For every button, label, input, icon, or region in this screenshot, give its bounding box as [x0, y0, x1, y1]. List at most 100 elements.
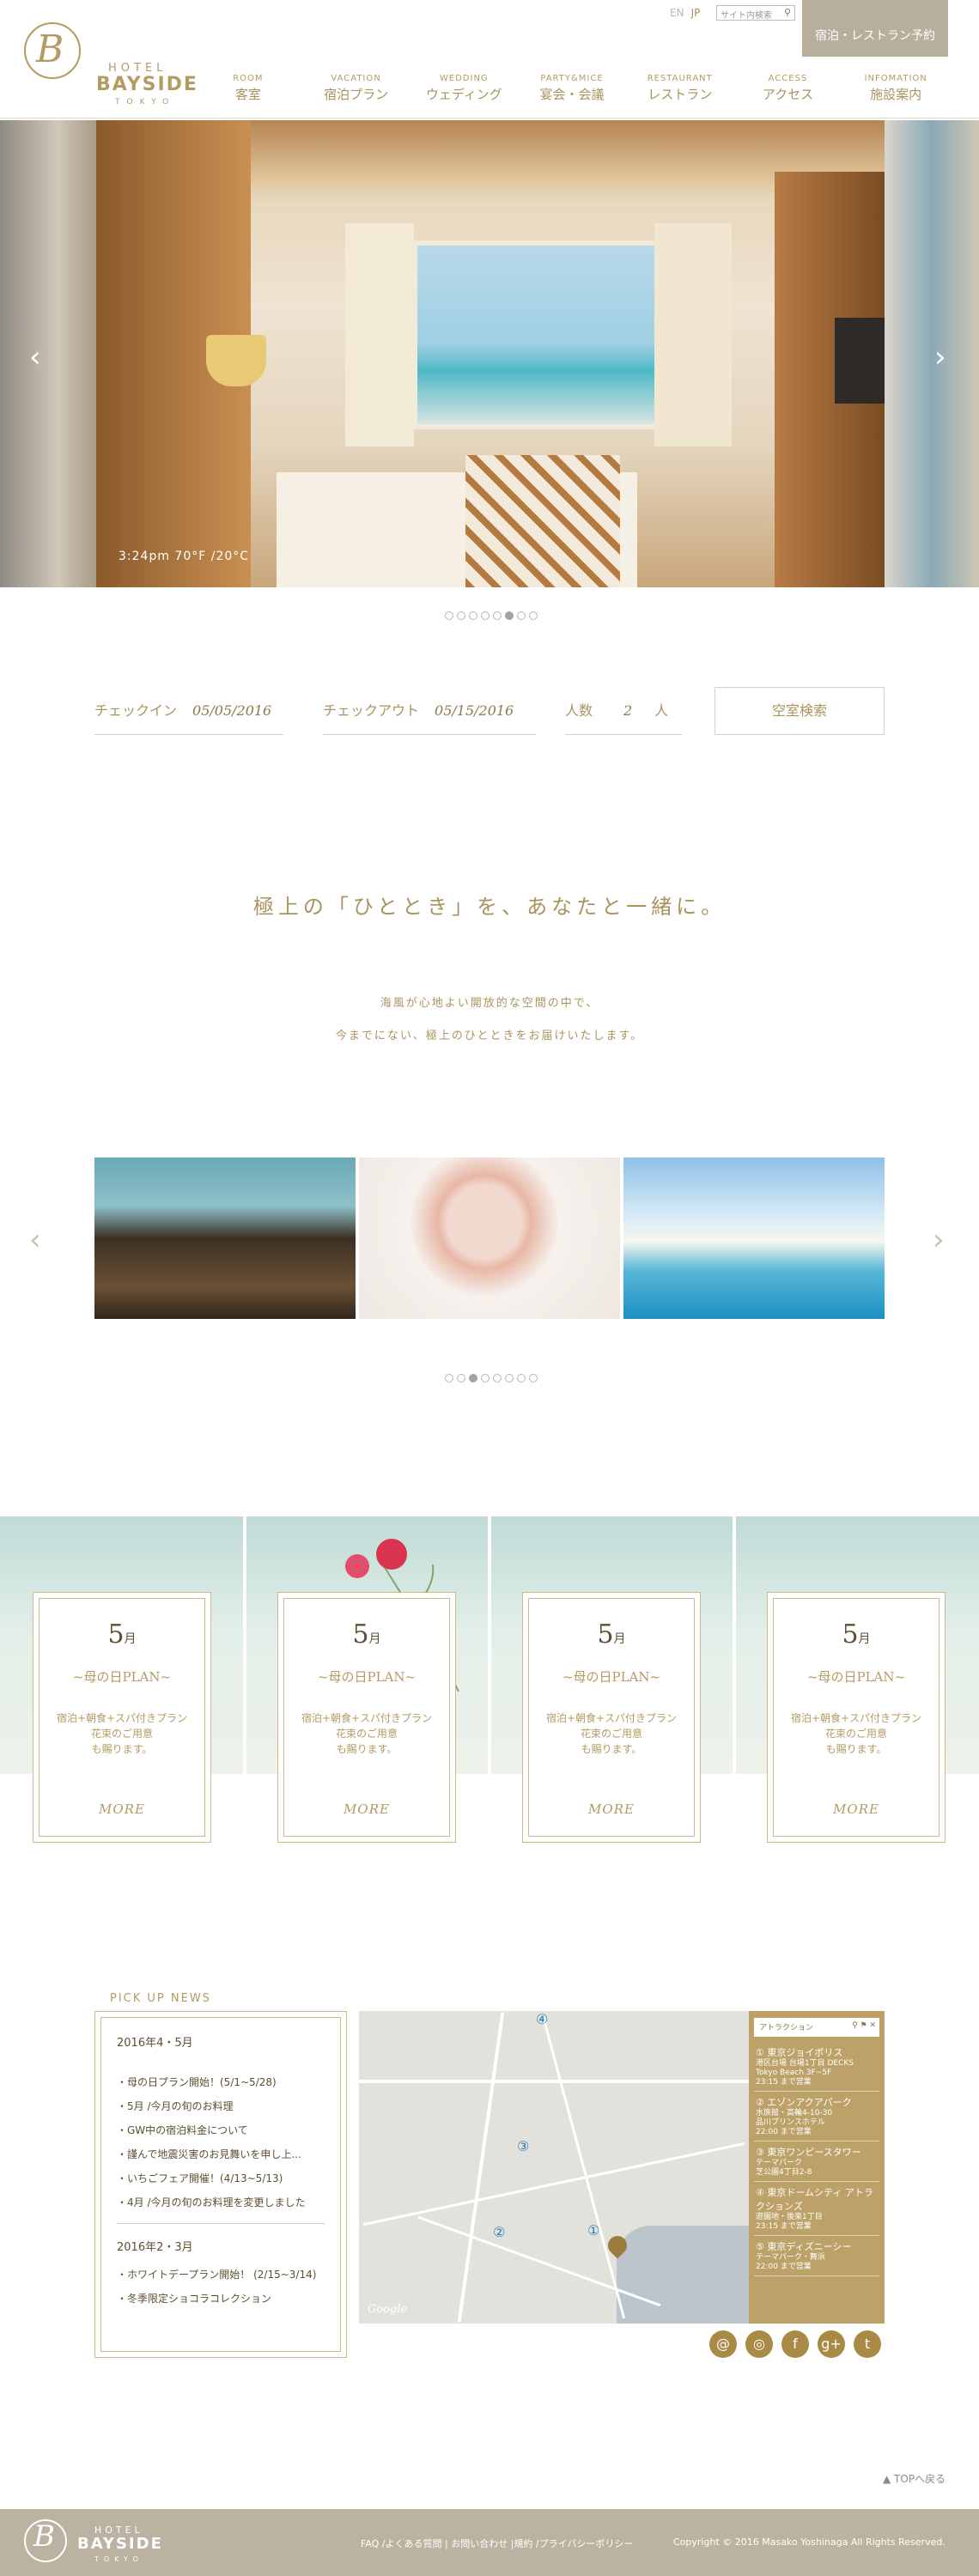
map-spot-item[interactable]: ① 東京ジョイポリス 港区台場 台場1丁目 DECKS Tokyo Beach 3F…: [754, 2042, 879, 2092]
news-item[interactable]: ・5月 /今月の旬のお料理: [117, 2094, 325, 2118]
site-search-input[interactable]: サイト内検索 ⚲: [716, 5, 795, 21]
spot-detail: 水族館・高輪4-10-30: [756, 2109, 833, 2117]
nav-item-room[interactable]: ROOM 客室: [194, 74, 302, 108]
pagination-dot[interactable]: [445, 611, 453, 620]
nav-jp-label: 宴会・会議: [539, 87, 605, 102]
checkin-field[interactable]: チェックイン 05/05/2016: [94, 687, 283, 735]
nav-item-access[interactable]: ACCESS アクセス: [734, 74, 842, 108]
map-marker[interactable]: ④: [536, 2011, 548, 2027]
pagination-dot[interactable]: [457, 611, 465, 620]
plan-month-unit: 月: [613, 1632, 626, 1646]
news-item[interactable]: ・母の日プラン開始！(5/1~5/28): [117, 2070, 325, 2094]
plan-name: ~母の日PLAN~: [806, 1669, 906, 1685]
map-category-search[interactable]: アトラクション ⚲ ⚑ ✕: [754, 2018, 879, 2037]
lang-jp-link[interactable]: JP: [691, 7, 701, 19]
plan-card[interactable]: 5月 ~母の日PLAN~ 宿泊+朝食+スパ付きプラン 花束のご用意 も賜ります。 M…: [33, 1592, 211, 1843]
pagination-dot[interactable]: [469, 1374, 477, 1382]
spot-detail: 22:00 まで営業: [756, 2128, 812, 2136]
hotel-logo[interactable]: B HOTEL BAYSIDE TOKYO: [24, 22, 197, 106]
gallery-prev-arrow-icon[interactable]: ‹: [29, 1223, 41, 1257]
pagination-dot[interactable]: [517, 611, 526, 620]
gallery-next-arrow-icon[interactable]: ›: [933, 1223, 945, 1257]
pagination-dot[interactable]: [445, 1374, 453, 1382]
nav-item-vacation[interactable]: VACATION 宿泊プラン: [302, 74, 410, 108]
spot-detail: 22:00 まで営業: [756, 2263, 812, 2271]
nav-item-information[interactable]: INFOMATION 施設案内: [842, 74, 950, 108]
pagination-dot[interactable]: [457, 1374, 465, 1382]
back-to-top-link[interactable]: ▲ TOPへ戻る: [883, 2471, 946, 2486]
logo-hotel-text: HOTEL: [108, 62, 167, 75]
pagination-dot[interactable]: [481, 611, 490, 620]
reservation-button[interactable]: 宿泊・レストラン予約: [802, 0, 948, 57]
pagination-dot[interactable]: [493, 611, 502, 620]
news-item[interactable]: ・冬季限定ショコラコレクション: [117, 2287, 325, 2311]
lang-en-link[interactable]: EN: [670, 7, 684, 19]
pagination-dot[interactable]: [505, 1374, 514, 1382]
guests-label: 人数: [565, 702, 593, 719]
twitter-icon[interactable]: t: [854, 2330, 881, 2358]
plan-card[interactable]: 5月 ~母の日PLAN~ 宿泊+朝食+スパ付きプラン 花束のご用意 も賜ります。 M…: [277, 1592, 456, 1843]
guests-field[interactable]: 人数 2 人: [565, 687, 682, 735]
copyright-text: Copyright © 2016 Masako Yoshinaga All Ri…: [673, 2537, 946, 2548]
map-marker[interactable]: ①: [587, 2222, 599, 2239]
nav-item-wedding[interactable]: WEDDING ウェディング: [410, 74, 518, 108]
map-spot-item[interactable]: ④ 東京ドームシティ アトラクションズ 遊園地・後楽1丁目 23:15 まで営業: [754, 2182, 879, 2236]
plan-desc-line: 宿泊+朝食+スパ付きプラン: [56, 1712, 188, 1724]
pagination-dot[interactable]: [505, 611, 514, 620]
area-map[interactable]: ④ ③ ② ① Google: [359, 2011, 749, 2324]
nav-item-party[interactable]: PARTY&MICE 宴会・会議: [518, 74, 626, 108]
map-marker[interactable]: ②: [493, 2224, 505, 2240]
main-nav: ROOM 客室 VACATION 宿泊プラン WEDDING ウェディング PARTY…: [194, 74, 950, 108]
pagination-dot[interactable]: [481, 1374, 490, 1382]
pagination-dot[interactable]: [493, 1374, 502, 1382]
facebook-icon[interactable]: f: [781, 2330, 809, 2358]
map-spot-item[interactable]: ③ 東京ワンピースタワー テーマパーク 芝公園4丁目2-8: [754, 2142, 879, 2182]
google-plus-icon[interactable]: g+: [818, 2330, 845, 2358]
search-availability-button[interactable]: 空室検索: [714, 687, 885, 735]
hero-prev-arrow-icon[interactable]: ‹: [29, 340, 41, 374]
plan-card[interactable]: 5月 ~母の日PLAN~ 宿泊+朝食+スパ付きプラン 花束のご用意 も賜ります。 M…: [767, 1592, 946, 1843]
footer-logo[interactable]: B HOTEL BAYSIDE TOKYO: [24, 2518, 187, 2569]
spot-name: ② エゾンアクアパーク: [756, 2097, 852, 2108]
pagination-dot[interactable]: [517, 1374, 526, 1382]
gallery-image-terrace-dining[interactable]: [94, 1157, 356, 1319]
pagination-dot[interactable]: [469, 611, 477, 620]
plan-more-link[interactable]: MORE: [40, 1801, 204, 1817]
plan-more-link[interactable]: MORE: [529, 1801, 694, 1817]
plan-desc-line: 花束のご用意: [580, 1728, 642, 1740]
spot-name: ③ 東京ワンピースタワー: [756, 2147, 861, 2158]
map-marker[interactable]: ③: [517, 2138, 529, 2154]
map-search-icons[interactable]: ⚲ ⚑ ✕: [852, 2021, 876, 2030]
plan-more-link[interactable]: MORE: [774, 1801, 939, 1817]
hero-next-arrow-icon[interactable]: ›: [934, 340, 946, 374]
search-icon[interactable]: ⚲: [784, 7, 791, 18]
map-spot-item[interactable]: ⑤ 東京ディズニーシー テーマパーク・舞浜 22:00 まで営業: [754, 2236, 879, 2276]
spot-detail: 遊園地・後楽1丁目: [756, 2213, 823, 2221]
hero-slider: 3:24pm 70°F /20°C ‹ ›: [0, 120, 979, 587]
footer-links[interactable]: FAQ /よくある質問 | お問い合わせ |規約 /プライバシーポリシー: [361, 2537, 633, 2550]
news-inner: 2016年4・5月 ・母の日プラン開始！(5/1~5/28) ・5月 /今月の旬…: [100, 2017, 341, 2352]
nav-item-restaurant[interactable]: RESTAURANT レストラン: [626, 74, 734, 108]
pagination-dot[interactable]: [529, 1374, 538, 1382]
plan-card[interactable]: 5月 ~母の日PLAN~ 宿泊+朝食+スパ付きプラン 花束のご用意 も賜ります。 M…: [522, 1592, 701, 1843]
news-item[interactable]: ・GW中の宿泊料金について: [117, 2118, 325, 2142]
gallery-image-bridal-bouquet[interactable]: [359, 1157, 620, 1319]
plans-divider: [733, 1516, 736, 1774]
news-item[interactable]: ・謹んで地震災害のお見舞いを申し上...: [117, 2142, 325, 2166]
news-item[interactable]: ・いちごフェア開催！(4/13~5/13): [117, 2166, 325, 2190]
news-item[interactable]: ・4月 /今月の旬のお料理を変更しました: [117, 2190, 325, 2215]
checkout-field[interactable]: チェックアウト 05/15/2016: [323, 687, 536, 735]
checkin-label: チェックイン: [94, 702, 178, 719]
pagination-dot[interactable]: [529, 611, 538, 620]
plan-more-link[interactable]: MORE: [284, 1801, 449, 1817]
instagram-icon[interactable]: ◎: [745, 2330, 773, 2358]
pinterest-icon[interactable]: @: [709, 2330, 737, 2358]
news-list: ・ホワイトデープラン開始！ (2/15~3/14) ・冬季限定ショコラコレクショ…: [117, 2263, 325, 2311]
map-attribution: Google: [368, 2303, 408, 2316]
plan-desc-line: 花束のご用意: [90, 1728, 153, 1740]
weather-readout: 3:24pm 70°F /20°C: [119, 550, 250, 563]
plan-card-frame: 5月 ~母の日PLAN~ 宿泊+朝食+スパ付きプラン 花束のご用意 も賜ります。 M…: [39, 1598, 205, 1837]
map-spot-item[interactable]: ② エゾンアクアパーク 水族館・高輪4-10-30 品川プリンスホテル 22:00 ま…: [754, 2092, 879, 2142]
gallery-image-pool[interactable]: [623, 1157, 885, 1319]
news-item[interactable]: ・ホワイトデープラン開始！ (2/15~3/14): [117, 2263, 325, 2287]
